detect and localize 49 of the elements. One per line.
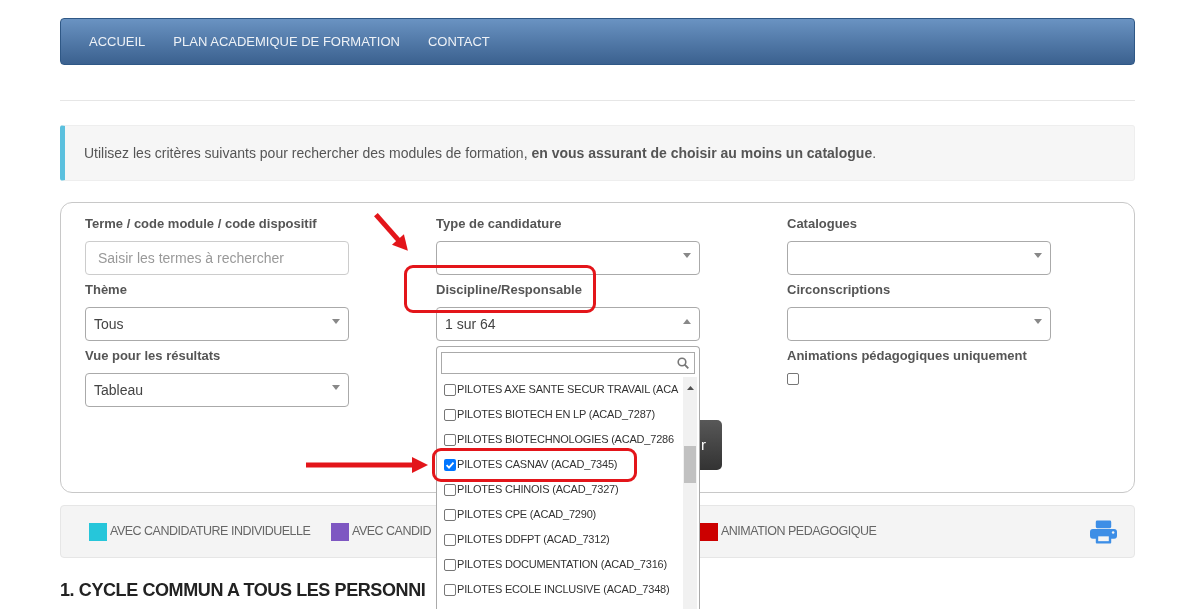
select-field[interactable]: 1 sur 64 xyxy=(436,307,700,341)
dropdown-search-field[interactable] xyxy=(441,352,695,374)
select-field[interactable]: Tous xyxy=(85,307,349,341)
checkbox[interactable] xyxy=(444,533,456,546)
option-item[interactable]: PILOTES DOCUMENTATION (ACAD_7316) xyxy=(444,552,667,577)
field-label: Animations pédagogiques uniquement xyxy=(787,347,1027,365)
select-field[interactable]: Tableau xyxy=(85,373,349,407)
checkbox[interactable] xyxy=(444,458,456,471)
checkbox[interactable] xyxy=(444,408,456,421)
select-field[interactable] xyxy=(787,241,1051,275)
field-label: Thème xyxy=(85,281,127,299)
checkbox[interactable] xyxy=(444,583,456,596)
field-label: Circonscriptions xyxy=(787,281,891,299)
option-item[interactable]: PILOTES BIOTECH EN LP (ACAD_7287) xyxy=(444,402,655,427)
search-icon xyxy=(677,357,689,369)
option-item[interactable]: PILOTES BIOTECHNOLOGIES (ACAD_7286 xyxy=(444,427,674,452)
option-item[interactable]: PILOTES CASNAV (ACAD_7345) xyxy=(444,452,618,477)
field-label: Discipline/Responsable xyxy=(436,281,582,299)
legend-label: AVEC CANDID xyxy=(352,523,431,541)
scrollbar[interactable] xyxy=(683,377,697,609)
checkbox[interactable] xyxy=(444,508,456,521)
legend-label: AVEC CANDIDATURE INDIVIDUELLE xyxy=(110,523,311,541)
field-label: Terme / code module / code dispositif xyxy=(85,215,317,233)
nav-link[interactable]: ACCUEIL xyxy=(89,31,146,52)
option-item[interactable]: PILOTES DDFPT (ACAD_7312) xyxy=(444,527,610,552)
scrollbar-thumb[interactable] xyxy=(684,446,696,483)
option-item[interactable]: PILOTES CPE (ACAD_7290) xyxy=(444,502,597,527)
option-item[interactable]: PILOTES CHINOIS (ACAD_7327) xyxy=(444,477,619,502)
nav-link[interactable]: CONTACT xyxy=(427,31,490,52)
nav-link[interactable]: PLAN ACADEMIQUE DE FORMATION xyxy=(173,31,400,52)
option-item[interactable]: PILOTES AXE SANTE SECUR TRAVAIL (ACA xyxy=(444,377,678,402)
search-field[interactable]: Saisir les termes à rechercher xyxy=(85,241,349,275)
field-label: Catalogues xyxy=(787,215,858,233)
action-button[interactable]: r xyxy=(700,420,722,470)
info-message: Utilisez les critères suivants pour rechercher des modules de formation, en vous assurant de choisir au moins un catalogue. xyxy=(84,143,877,163)
checkbox[interactable] xyxy=(444,483,456,496)
section-heading: 1. CYCLE COMMUN A TOUS LES PERSONNI xyxy=(60,579,426,602)
checkbox[interactable] xyxy=(444,558,456,571)
checkbox[interactable] xyxy=(787,373,799,385)
field-label: Type de candidature xyxy=(436,215,562,233)
scroll-up-icon[interactable] xyxy=(686,386,694,390)
checkbox[interactable] xyxy=(444,383,456,396)
checkbox[interactable] xyxy=(444,433,456,446)
legend-label: ANIMATION PEDAGOGIQUE xyxy=(721,523,877,541)
field-label: Vue pour les résultats xyxy=(85,347,221,365)
select-field[interactable] xyxy=(787,307,1051,341)
option-item[interactable]: PILOTES ECOLE INCLUSIVE (ACAD_7348) xyxy=(444,577,670,602)
select-field[interactable] xyxy=(436,241,700,275)
printer-icon[interactable] xyxy=(1090,519,1117,544)
